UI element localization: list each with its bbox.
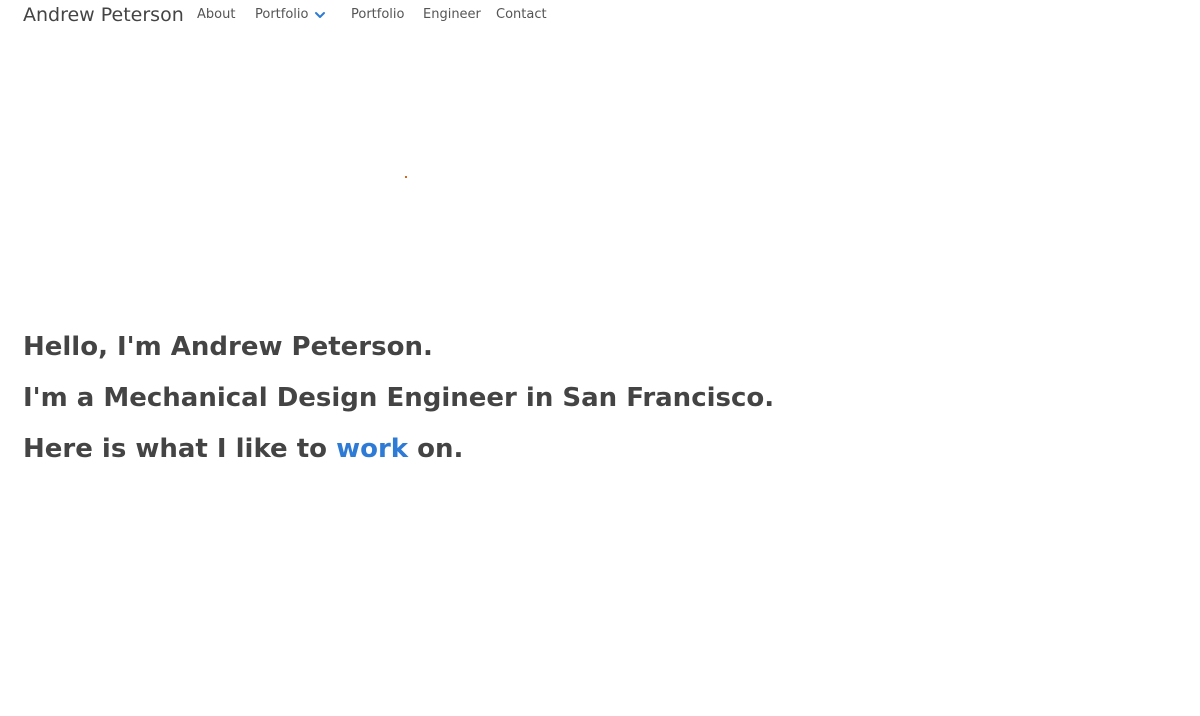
hero-section: Hello, I'm Andrew Peterson. I'm a Mechan… <box>23 322 923 475</box>
decorative-dot <box>405 176 407 178</box>
work-link[interactable]: work <box>336 434 408 464</box>
hero-work-suffix: on. <box>417 434 464 464</box>
chevron-down-icon <box>314 9 326 21</box>
hero-work-prefix: Here is what I like to <box>23 434 328 464</box>
top-navbar: Andrew Peterson About Portfolio Portfoli… <box>0 0 1200 32</box>
hero-greeting: Hello, I'm Andrew Peterson. <box>23 332 433 362</box>
nav-engineer-link[interactable]: Engineer <box>423 7 481 22</box>
nav-about-link[interactable]: About <box>197 7 235 22</box>
hero-work-line: Here is what I like to work on. <box>23 424 923 475</box>
hero-role: I'm a Mechanical Design Engineer in San … <box>23 383 775 413</box>
portfolio-dropdown-label: Portfolio <box>255 7 309 22</box>
brand-link[interactable]: Andrew Peterson <box>23 4 184 26</box>
nav-portfolio-link[interactable]: Portfolio <box>351 7 404 22</box>
nav-contact-link[interactable]: Contact <box>496 7 547 22</box>
portfolio-dropdown[interactable]: Portfolio <box>255 7 326 22</box>
